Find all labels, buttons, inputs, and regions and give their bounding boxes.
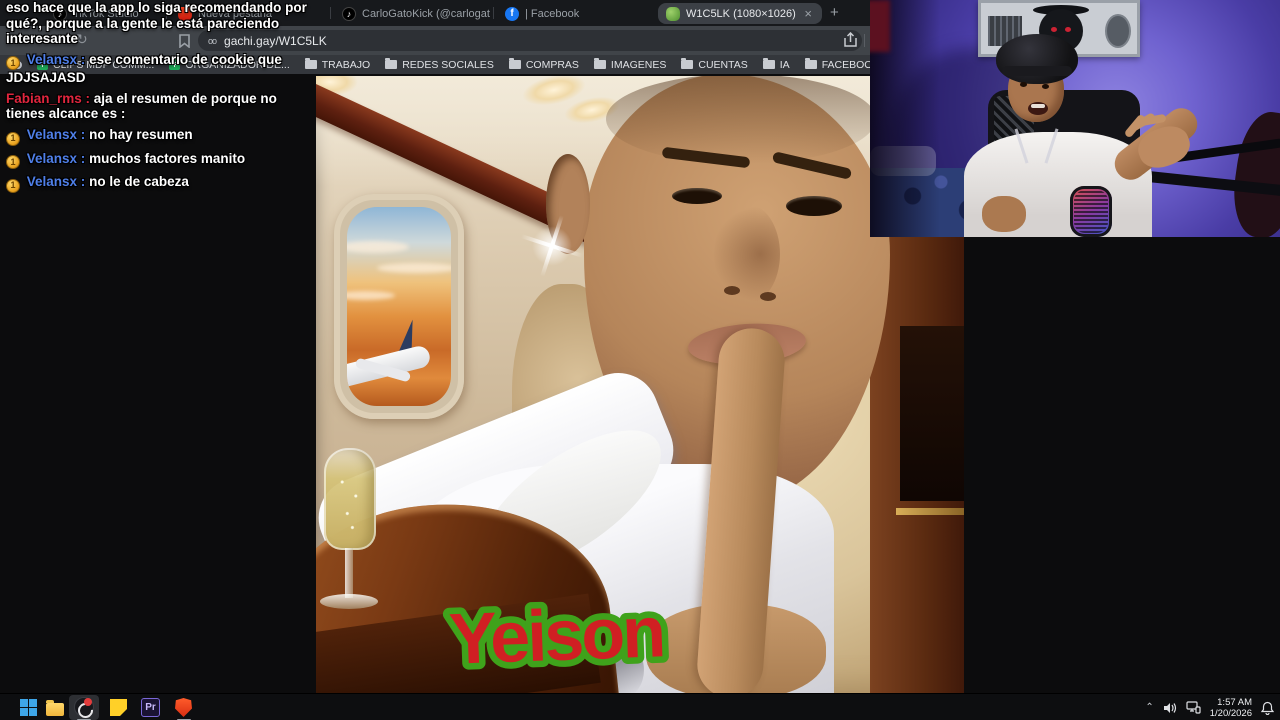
folder-icon — [385, 58, 398, 69]
bookmark-folder-redes-sociales[interactable]: REDES SOCIALES — [385, 58, 494, 71]
chat-text: muchos factores manito — [89, 150, 246, 166]
sunset-sky — [347, 207, 451, 406]
share-icon[interactable] — [843, 32, 858, 48]
streamer-teeth — [1031, 104, 1045, 108]
man-scalp — [606, 76, 876, 164]
chat-message: 1 Velansx : ese comentario de cookie que… — [6, 52, 311, 86]
chat-text: eso hace que la app lo siga recomendando… — [6, 0, 307, 46]
sub-badge-icon: 1 — [6, 131, 20, 146]
brave-browser-button[interactable] — [173, 697, 194, 718]
black-bonnet — [996, 34, 1078, 84]
start-button[interactable] — [18, 697, 39, 718]
tab-w1c5lk-active[interactable]: W1C5LK (1080×1026) × — [658, 3, 822, 24]
cabinet-trim — [896, 508, 964, 515]
bookmark-folder-imagenes[interactable]: IMAGENES — [593, 58, 666, 71]
chat-username: Velansx : — [26, 150, 86, 166]
chat-message: 1 Velansx : no hay resumen — [6, 127, 311, 146]
bookmark-folder-compras[interactable]: COMPRAS — [508, 58, 579, 71]
toolbar-divider — [864, 34, 865, 47]
eye — [672, 188, 722, 204]
chat-message: 1 Velansx : muchos factores manito — [6, 151, 311, 170]
pepe-icon — [666, 6, 680, 21]
bookmark-folder-cuentas[interactable]: CUENTAS — [681, 58, 748, 71]
champagne-glass-stem — [345, 548, 353, 598]
chat-username: Velansx : — [26, 174, 86, 190]
folder-icon — [593, 58, 606, 69]
network-icon[interactable] — [1186, 701, 1201, 714]
brave-icon — [175, 698, 192, 717]
facebook-icon: f — [505, 6, 519, 21]
bookmark-folder-ia[interactable]: IA — [762, 58, 790, 71]
yeison-text: Yeison — [448, 592, 665, 679]
yeison-caption: Yeison — [441, 586, 671, 686]
nostril — [760, 292, 776, 301]
streamer-fist — [982, 196, 1026, 232]
champagne-bubbles — [332, 468, 366, 538]
tab-carlogatokick[interactable]: ♪ CarloGatoKick (@carlogatokick) | Tik — [334, 3, 490, 24]
guitar — [1227, 108, 1280, 237]
stream-chat-overlay: eso hace que la app lo siga recomendando… — [6, 0, 311, 198]
clock-date: 1/20/2026 — [1209, 707, 1252, 719]
system-tray: ⌃ 1:57 AM 1/20/2026 — [1145, 694, 1274, 720]
bonnet-band — [1002, 66, 1072, 76]
streamer-eye — [1020, 82, 1027, 87]
close-icon[interactable]: × — [802, 6, 814, 21]
tray-chevron-icon[interactable]: ⌃ — [1145, 702, 1153, 713]
eye — [786, 196, 842, 216]
bookmark-folder-trabajo[interactable]: TRABAJO — [304, 58, 370, 71]
nostril — [724, 286, 740, 295]
folder-icon — [45, 699, 64, 716]
jet-window — [334, 194, 464, 419]
champagne-glass-foot — [320, 594, 378, 609]
cabinet-opening — [900, 326, 964, 501]
premiere-pro-button[interactable]: Pr — [140, 697, 161, 718]
webcam-overlay — [870, 0, 1280, 237]
chat-message: Fabian_rms : aja el resumen de porque no… — [6, 91, 311, 122]
tab-separator — [493, 7, 494, 19]
chat-message: 1 Velansx : no le de cabeza — [6, 174, 311, 193]
shelf-red-item — [870, 0, 890, 52]
tab-label: | Facebook — [525, 7, 580, 20]
chat-text: no le de cabeza — [89, 174, 189, 190]
sticky-note-icon — [110, 699, 127, 716]
folder-icon — [508, 58, 521, 69]
notification-bell-icon[interactable] — [1261, 701, 1274, 715]
chat-text: no hay resumen — [89, 126, 193, 142]
microphone-grill — [1074, 190, 1108, 233]
obs-icon — [74, 697, 94, 717]
premiere-pro-icon: Pr — [141, 698, 160, 717]
windows-taskbar: Pr ⌃ 1:57 AM 1/20/2026 — [0, 693, 1280, 720]
streamer-eye — [1042, 84, 1049, 89]
taskbar-clock[interactable]: 1:57 AM 1/20/2026 — [1210, 697, 1252, 719]
windows-logo-icon — [20, 699, 37, 716]
tab-facebook[interactable]: f | Facebook — [497, 3, 653, 24]
tiktok-icon: ♪ — [342, 6, 356, 21]
tab-separator — [330, 7, 331, 19]
file-explorer-button[interactable] — [44, 697, 65, 718]
sparkle-glint — [520, 214, 584, 278]
chat-username: Fabian_rms : — [6, 90, 91, 106]
clock-time: 1:57 AM — [1217, 696, 1252, 708]
speaker-icon[interactable] — [1163, 702, 1177, 714]
tab-label: CarloGatoKick (@carlogatokick) | Tik — [362, 7, 490, 20]
new-tab-button[interactable]: + — [830, 4, 839, 21]
desktop-screen: ♪ TikTok Studio Nueva pestaña ♪ CarloGat… — [0, 0, 1280, 720]
sticky-notes-button[interactable] — [108, 697, 129, 718]
sub-badge-icon: 1 — [6, 179, 20, 193]
folder-icon — [804, 58, 817, 69]
chat-message: eso hace que la app lo siga recomendando… — [6, 0, 311, 47]
folder-icon — [762, 58, 775, 69]
sub-badge-icon: 1 — [6, 155, 20, 170]
chat-username: Velansx : — [26, 126, 86, 142]
tab-label: W1C5LK (1080×1026) — [686, 7, 796, 20]
folder-icon — [681, 58, 694, 69]
chat-username: Velansx : — [26, 51, 86, 67]
obs-studio-button[interactable] — [69, 695, 99, 720]
sub-badge-icon: 1 — [6, 56, 20, 71]
yeison-jet-image: Yeison — [316, 76, 964, 693]
